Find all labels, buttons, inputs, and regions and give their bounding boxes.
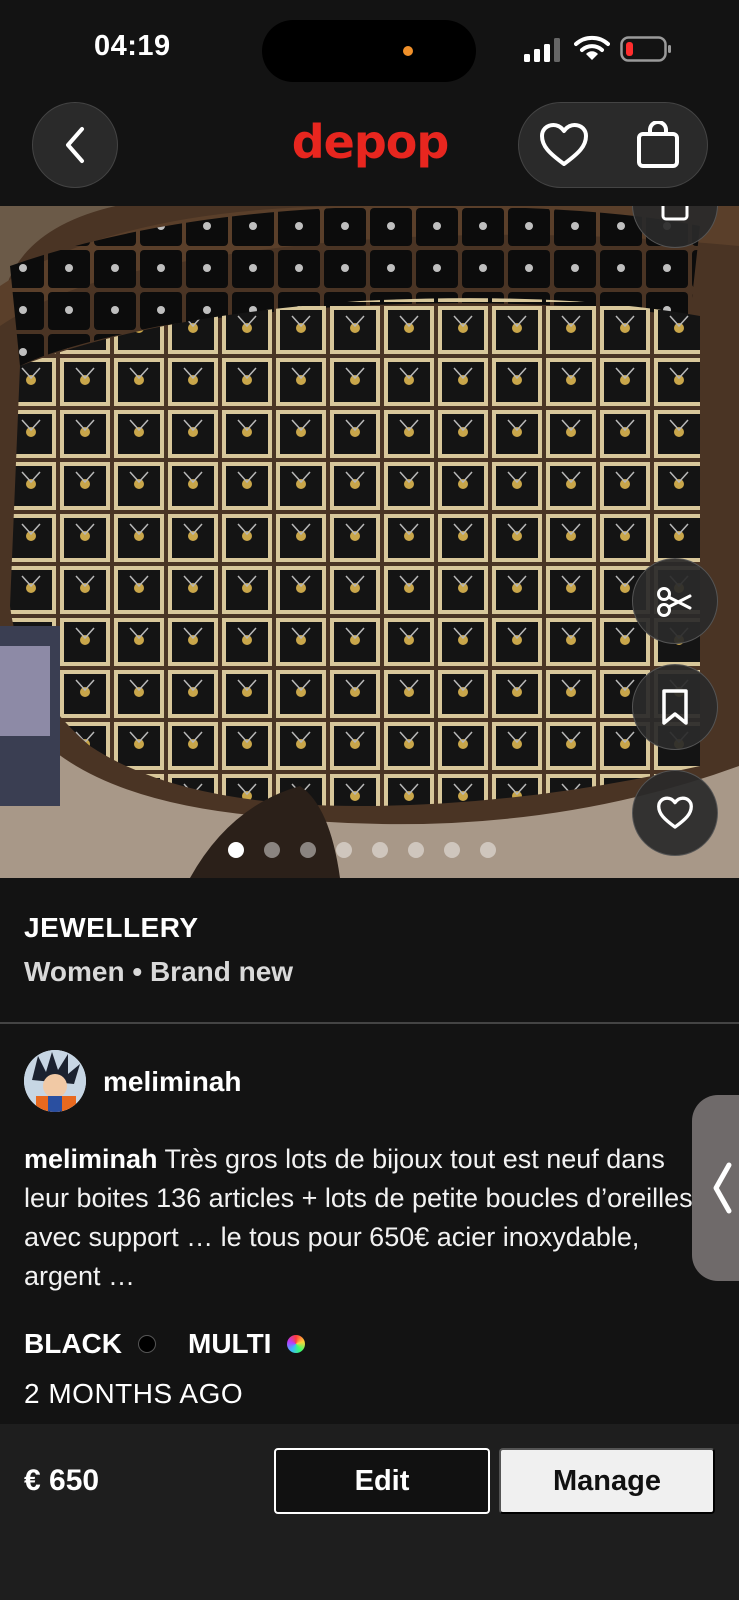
carousel-dot[interactable] [444, 842, 460, 858]
posted-time: 2 MONTHS AGO [24, 1378, 244, 1409]
bag-button[interactable] [613, 103, 703, 187]
avatar-image [24, 1050, 86, 1112]
product-photo [0, 206, 739, 878]
color-swatch-multi [287, 1335, 306, 1353]
seller-avatar[interactable] [24, 1050, 86, 1112]
color-swatch-black [138, 1335, 156, 1353]
back-button[interactable] [32, 102, 118, 188]
side-handle[interactable] [692, 1095, 739, 1281]
offer-button[interactable] [632, 558, 718, 644]
color-label-multi: MULTI [188, 1328, 272, 1359]
bookmark-icon [662, 689, 688, 725]
carousel-dot[interactable] [228, 842, 244, 858]
carousel-dot[interactable] [408, 842, 424, 858]
status-bar: 04:19 [0, 0, 739, 100]
manage-button[interactable]: Manage [499, 1448, 715, 1514]
carousel-dot[interactable] [480, 842, 496, 858]
seller-username[interactable]: meliminah [103, 1066, 241, 1098]
product-photo-carousel[interactable] [0, 206, 739, 878]
carousel-dot[interactable] [336, 842, 352, 858]
carousel-dot[interactable] [300, 842, 316, 858]
heart-icon [657, 796, 693, 829]
divider [0, 1022, 739, 1024]
chevron-left-icon [713, 1162, 732, 1214]
depop-logo[interactable]: depop [270, 112, 470, 172]
privacy-indicator-dot [403, 46, 413, 56]
header-actions [518, 102, 708, 188]
shopping-bag-icon [637, 121, 679, 168]
cellular-signal-icon [524, 38, 560, 62]
heart-icon [540, 123, 588, 166]
battery-low-icon [620, 36, 671, 62]
listing-price: € 650 [24, 1464, 100, 1497]
save-button[interactable] [632, 664, 718, 750]
edit-button[interactable]: Edit [274, 1448, 490, 1514]
chevron-left-icon [66, 127, 84, 163]
bottom-action-bar: € 650 Edit Manage [0, 1424, 739, 1600]
like-photo-button[interactable] [632, 770, 718, 856]
carousel-dot[interactable] [372, 842, 388, 858]
wifi-icon [574, 35, 610, 60]
listing-subline: Women • Brand new [24, 956, 294, 987]
color-label-black: BLACK [24, 1328, 122, 1359]
dynamic-island [262, 20, 476, 82]
listing-category[interactable]: JEWELLERY [24, 912, 199, 944]
scissors-icon [657, 587, 692, 617]
carousel-pagination [228, 842, 496, 858]
status-time: 04:19 [94, 30, 171, 62]
top-navigation: depop [0, 100, 739, 206]
share-icon [661, 206, 689, 221]
carousel-dot[interactable] [264, 842, 280, 858]
description-author[interactable]: meliminah [24, 1144, 158, 1174]
listing-description: meliminah Très gros lots de bijoux tout … [24, 1140, 694, 1296]
color-list: BLACK MULTI [24, 1328, 337, 1360]
like-header-button[interactable] [519, 103, 609, 187]
